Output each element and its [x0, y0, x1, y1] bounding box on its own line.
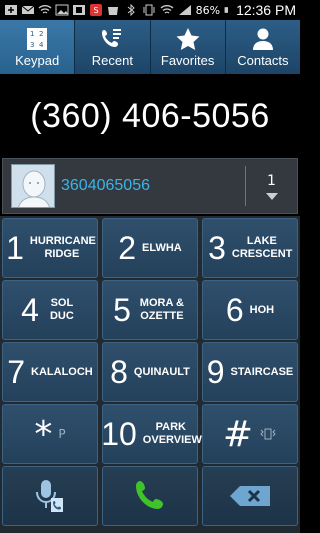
key-letters: LAKE CRESCENT — [231, 235, 293, 260]
key-letters: SOL DUC — [49, 297, 74, 322]
key-digit: # — [222, 413, 254, 455]
delete-button[interactable] — [202, 466, 298, 526]
person-icon — [252, 28, 273, 50]
vibrate-icon — [143, 4, 155, 16]
tab-favorites-label: Favorites — [160, 52, 215, 68]
key-6[interactable]: 6 HOH — [202, 280, 298, 340]
key-letters: STAIRCASE — [230, 365, 294, 378]
tab-keypad[interactable]: 12 34 Keypad — [0, 20, 76, 74]
key-7[interactable]: 7 KALALOCH — [2, 342, 98, 402]
key-3[interactable]: 3 LAKE CRESCENT — [202, 218, 298, 278]
key-letters: KALALOCH — [31, 365, 93, 378]
match-count-value: 1 — [267, 172, 276, 189]
app-badge-icon: S — [90, 4, 102, 16]
cell-signal-icon — [178, 5, 191, 15]
tab-favorites[interactable]: Favorites — [151, 20, 226, 74]
match-count-dropdown[interactable]: 1 — [245, 166, 297, 206]
key-digit: 10 — [101, 415, 137, 452]
key-digit: 7 — [7, 353, 26, 390]
avatar — [11, 164, 55, 208]
bluetooth-icon — [127, 4, 135, 16]
suggested-number: 3604065056 — [61, 177, 150, 194]
svg-text:S: S — [93, 6, 98, 15]
dialed-number-display[interactable]: (360) 406-5056 — [0, 74, 300, 158]
voice-dial-button[interactable] — [2, 466, 98, 526]
email-icon — [21, 5, 35, 14]
key-digit: 8 — [110, 353, 128, 390]
key-4[interactable]: 4 SOL DUC — [2, 280, 98, 340]
wifi-signal-icon — [160, 5, 174, 14]
tab-contacts-label: Contacts — [237, 52, 289, 68]
key-digit: 1 — [6, 229, 24, 266]
default-contact-icon — [12, 165, 54, 207]
chevron-down-icon — [265, 192, 278, 200]
svg-text:1: 1 — [30, 30, 34, 38]
key-digit: 6 — [225, 291, 244, 328]
backspace-icon — [230, 486, 270, 506]
key-5[interactable]: 5 MORA & OZETTE — [102, 280, 198, 340]
key-letters: MORA & OZETTE — [139, 297, 184, 322]
tab-bar: 12 34 Keypad Recent Favorites Contacts — [0, 20, 300, 74]
key-9[interactable]: 9 STAIRCASE — [202, 342, 298, 402]
phone-icon — [136, 481, 163, 509]
star-icon — [176, 27, 200, 50]
key-2[interactable]: 2 ELWHA — [102, 218, 198, 278]
key-digit: 3 — [208, 229, 226, 266]
key-letters: HOH — [249, 303, 275, 316]
keypad-icon: 12 34 — [27, 27, 48, 50]
recent-calls-icon — [102, 28, 122, 47]
key-8[interactable]: 8 QUINAULT — [102, 342, 198, 402]
key-letters: PARK OVERVIEW — [142, 421, 202, 446]
clock: 12:36 PM — [236, 2, 296, 18]
tab-recent[interactable]: Recent — [75, 20, 151, 74]
key-digit: 5 — [113, 291, 131, 328]
tab-contacts[interactable]: Contacts — [226, 20, 300, 74]
store-icon — [108, 7, 118, 15]
voice-dial-icon — [36, 480, 63, 512]
key-star[interactable]: * P — [2, 404, 98, 464]
add-icon — [5, 5, 17, 15]
vibrate-mode-icon — [260, 428, 276, 440]
key-letters: HURRICANE RIDGE — [29, 235, 96, 260]
key-letters: QUINAULT — [133, 365, 190, 378]
battery-icon — [224, 7, 229, 13]
app-icon — [73, 5, 85, 15]
key-1[interactable]: 1 HURRICANE RIDGE — [2, 218, 98, 278]
contact-suggestion[interactable]: 3604065056 1 — [2, 158, 298, 214]
svg-text:2: 2 — [39, 30, 43, 38]
image-icon — [55, 4, 69, 16]
key-digit: 4 — [21, 291, 39, 328]
key-digit: 9 — [206, 353, 225, 390]
tab-recent-label: Recent — [91, 52, 133, 68]
key-letters: P — [58, 427, 66, 441]
dial-keypad: 1 HURRICANE RIDGE 2 ELWHA 3 LAKE CRESCEN… — [0, 216, 300, 533]
wifi-icon — [38, 5, 52, 14]
key-10[interactable]: 10 PARK OVERVIEW — [101, 404, 202, 464]
svg-text:3: 3 — [30, 41, 34, 49]
key-digit: 2 — [118, 229, 137, 266]
tab-keypad-label: Keypad — [15, 52, 60, 68]
svg-text:4: 4 — [39, 41, 44, 49]
key-hash[interactable]: # — [202, 404, 298, 464]
call-button[interactable] — [102, 466, 198, 526]
battery-percent: 86% — [195, 3, 221, 17]
key-letters: ELWHA — [142, 241, 182, 254]
status-bar: S 86% 12:36 PM — [0, 0, 300, 20]
key-digit: * — [34, 413, 53, 455]
